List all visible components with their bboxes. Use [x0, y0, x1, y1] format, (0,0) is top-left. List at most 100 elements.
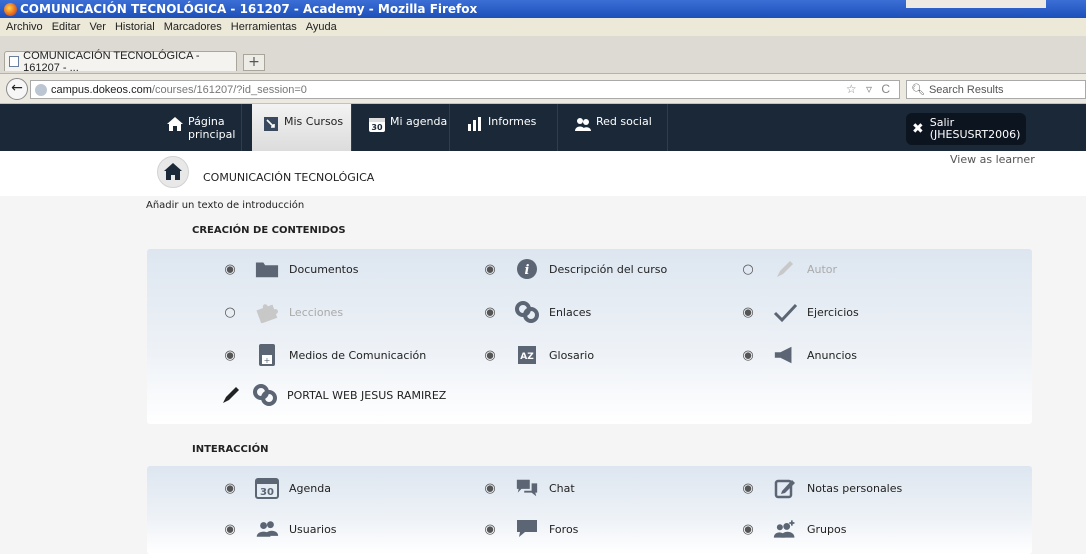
browser-tab[interactable]: COMUNICACIÓN TECNOLÓGICA - 161207 - ...	[4, 49, 237, 74]
tool-agenda[interactable]: ◉ 30 Agenda	[219, 475, 331, 501]
media-player-icon: +	[259, 344, 275, 366]
tool-ejercicios[interactable]: ◉ Ejercicios	[737, 299, 859, 325]
menu-archivo[interactable]: Archivo	[6, 21, 43, 33]
tool-descripcion-label: Descripción del curso	[549, 262, 668, 276]
glossary-icon-text: AZ	[520, 352, 534, 362]
tool-foros[interactable]: ◉ Foros	[479, 516, 578, 542]
back-button[interactable]: ←	[6, 78, 28, 100]
nav-agenda[interactable]: 30 Mi agenda	[358, 104, 450, 151]
visibility-eye-icon[interactable]: ◉	[737, 481, 759, 496]
section-title-interaction: INTERACCIÓN	[192, 444, 269, 455]
menu-ayuda[interactable]: Ayuda	[306, 21, 337, 33]
firefox-icon	[4, 2, 17, 16]
logout-button[interactable]: ✖ Salir (JHESUSRT2006)	[906, 113, 1026, 145]
visibility-eye-icon[interactable]: ◉	[479, 481, 501, 496]
tool-anuncios-label: Anuncios	[807, 348, 858, 362]
view-as-learner-link[interactable]: View as learner	[950, 153, 1035, 166]
visibility-eye-icon[interactable]: ◉	[219, 481, 241, 496]
visibility-eye-icon[interactable]: ◉	[479, 522, 501, 537]
info-icon: i	[517, 259, 537, 279]
page-favicon-icon	[9, 56, 20, 67]
visibility-eye-icon[interactable]: ◉	[219, 262, 241, 277]
chat-bubbles-icon	[516, 479, 538, 497]
browser-tab-label: COMUNICACIÓN TECNOLÓGICA - 161207 - ...	[23, 49, 200, 74]
tool-descripcion[interactable]: ◉ i Descripción del curso	[479, 256, 667, 282]
menu-ver[interactable]: Ver	[89, 21, 106, 33]
tool-documentos-label: Documentos	[289, 262, 359, 276]
tool-medios-label: Medios de Comunicación	[289, 348, 427, 362]
tool-lecciones[interactable]: ○ Lecciones	[219, 299, 343, 325]
nav-social-label: Red social	[596, 115, 652, 128]
calendar-icon: 30	[369, 118, 385, 132]
menu-herramientas[interactable]: Herramientas	[231, 21, 297, 33]
folder-icon	[255, 262, 279, 278]
tool-agenda-label: Agenda	[289, 481, 331, 495]
visibility-eye-icon[interactable]: ◉	[479, 348, 501, 363]
checkmark-icon	[773, 303, 797, 323]
home-icon	[164, 163, 182, 180]
users-icon	[256, 521, 279, 537]
menu-editar[interactable]: Editar	[52, 21, 81, 33]
new-tab-button[interactable]: +	[243, 54, 265, 71]
add-intro-link[interactable]: Añadir un texto de introducción	[146, 200, 304, 211]
visibility-eye-icon[interactable]: ◉	[219, 522, 241, 537]
nav-home-label-1: Página	[188, 115, 225, 128]
tool-medios[interactable]: ◉ + Medios de Comunicación	[219, 342, 426, 368]
hidden-eye-icon[interactable]: ○	[737, 262, 759, 277]
megaphone-icon	[774, 346, 792, 364]
tool-notas[interactable]: ◉ Notas personales	[737, 475, 902, 501]
visibility-eye-icon[interactable]: ◉	[479, 305, 501, 320]
tool-grupos[interactable]: ◉ Grupos	[737, 516, 846, 542]
pencil-icon	[777, 261, 793, 277]
tool-usuarios[interactable]: ◉ Usuarios	[219, 516, 337, 542]
people-icon	[575, 118, 591, 131]
tool-autor-label: Autor	[807, 262, 838, 276]
tool-chat[interactable]: ◉ Chat	[479, 475, 575, 501]
titlebar-strip	[906, 0, 1046, 8]
visibility-eye-icon[interactable]: ◉	[737, 305, 759, 320]
nav-reports[interactable]: Informes	[456, 104, 558, 151]
tool-foros-label: Foros	[549, 522, 579, 536]
nav-courses-label: Mis Cursos	[284, 115, 344, 128]
url-path: /courses/161207/?id_session=0	[151, 83, 307, 96]
tool-portal[interactable]: PORTAL WEB JESUS RAMIREZ	[219, 382, 446, 408]
notes-icon	[774, 479, 795, 499]
visibility-eye-icon[interactable]: ◉	[737, 522, 759, 537]
address-bar[interactable]: campus.dokeos.com /courses/161207/?id_se…	[30, 80, 900, 99]
groups-icon	[773, 520, 795, 538]
tool-documentos[interactable]: ◉ Documentos	[219, 256, 358, 282]
bookmark-star-icon[interactable]: ☆ ▿ C	[846, 82, 893, 96]
bar-chart-icon	[468, 117, 481, 131]
visibility-eye-icon[interactable]: ◉	[219, 348, 241, 363]
tool-glosario[interactable]: ◉ AZ Glosario	[479, 342, 594, 368]
nav-agenda-label: Mi agenda	[390, 115, 448, 128]
glossary-icon: AZ	[518, 346, 536, 364]
close-icon: ✖	[912, 121, 924, 137]
tool-glosario-label: Glosario	[549, 348, 595, 362]
tool-anuncios[interactable]: ◉ Anuncios	[737, 342, 857, 368]
calendar-icon: 30	[255, 478, 279, 499]
section-title-content: CREACIÓN DE CONTENIDOS	[192, 225, 346, 236]
nav-home[interactable]: Página principal	[160, 104, 242, 151]
visibility-eye-icon[interactable]: ◉	[737, 348, 759, 363]
menu-bar: Archivo Editar Ver Historial Marcadores …	[0, 18, 1086, 36]
hidden-eye-icon[interactable]: ○	[219, 305, 241, 320]
tool-lecciones-label: Lecciones	[289, 305, 344, 319]
course-home-button[interactable]	[157, 156, 189, 188]
course-header: COMUNICACIÓN TECNOLÓGICA View as learner	[0, 151, 1086, 196]
tool-enlaces[interactable]: ◉ Enlaces	[479, 299, 591, 325]
menu-marcadores[interactable]: Marcadores	[164, 21, 222, 33]
tool-autor[interactable]: ○ Autor	[737, 256, 837, 282]
courses-icon	[264, 117, 278, 131]
edit-pencil-icon[interactable]	[220, 384, 242, 406]
tab-bar: COMUNICACIÓN TECNOLÓGICA - 161207 - ... …	[0, 36, 1086, 74]
visibility-eye-icon[interactable]: ◉	[479, 262, 501, 277]
nav-courses[interactable]: Mis Cursos	[252, 104, 352, 151]
agenda-icon-day: 30	[260, 487, 274, 498]
tool-chat-label: Chat	[549, 481, 575, 495]
search-input[interactable]: 🔍︎ Search Results	[906, 80, 1086, 99]
menu-historial[interactable]: Historial	[115, 21, 155, 33]
tool-portal-label: PORTAL WEB JESUS RAMIREZ	[287, 388, 447, 402]
link-icon	[253, 384, 277, 406]
nav-social[interactable]: Red social	[564, 104, 668, 151]
